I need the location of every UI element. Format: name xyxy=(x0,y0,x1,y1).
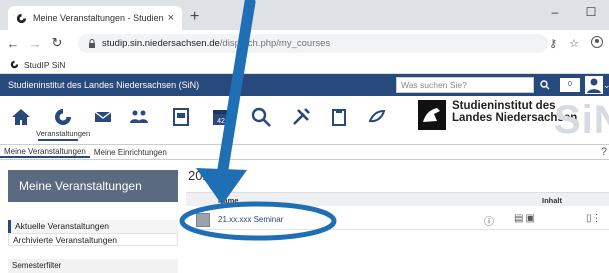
help-icon[interactable]: ? xyxy=(601,146,607,158)
url-path: /dispatch.php/my_courses xyxy=(219,38,331,49)
table-row[interactable]: 21.xx.xxx Seminar ⓘ ▤▣ ▯⋮ xyxy=(186,210,609,230)
window-controls: – ☐ xyxy=(537,0,609,24)
sidebar-list: Aktuelle Veranstaltungen Archivierte Ver… xyxy=(8,220,178,246)
semester-year-heading: 2021 xyxy=(188,168,217,183)
mail-icon[interactable] xyxy=(92,106,114,128)
notification-badge[interactable]: 0 xyxy=(560,78,580,92)
sub-navigation: Meine Veranstaltungen Meine Einrichtunge… xyxy=(0,144,609,160)
star-icon[interactable]: ☆ xyxy=(569,37,579,50)
url-field[interactable]: studip.sin.niedersachsen.de/dispatch.php… xyxy=(78,34,548,53)
lock-icon xyxy=(89,39,95,48)
browser-tab[interactable]: Meine Veranstaltungen - Studien × xyxy=(8,6,182,30)
home-icon[interactable] xyxy=(10,106,32,128)
sidebar-item-aktuelle[interactable]: Aktuelle Veranstaltungen xyxy=(8,220,178,233)
brand-sin-wordmark: SiN xyxy=(554,98,609,142)
table-header: Name Inhalt xyxy=(186,192,609,206)
key-icon[interactable]: ⚷ xyxy=(549,37,557,50)
search-input[interactable]: Was suchen Sie? xyxy=(396,77,534,93)
tab-close-icon[interactable]: × xyxy=(168,12,174,24)
clipboard-icon[interactable] xyxy=(328,106,350,128)
nav-label-veranstaltungen[interactable]: Veranstaltungen xyxy=(36,129,90,138)
crest-icon xyxy=(418,100,446,130)
browser-tabstrip: Meine Veranstaltungen - Studien × + – ☐ xyxy=(0,0,609,30)
active-nav-indicator xyxy=(38,139,78,141)
tab-meine-einrichtungen[interactable]: Meine Einrichtungen xyxy=(90,148,171,157)
column-header-name[interactable]: Name xyxy=(218,196,238,205)
sidebar-item-archivierte[interactable]: Archivierte Veranstaltungen xyxy=(8,233,178,246)
tab-meine-veranstaltungen[interactable]: Meine Veranstaltungen xyxy=(0,147,90,158)
bookmark-studip[interactable]: StudIP SiN xyxy=(24,60,65,70)
column-header-inhalt: Inhalt xyxy=(542,196,562,205)
new-tab-button[interactable]: + xyxy=(190,8,199,26)
info-icon[interactable]: ⓘ xyxy=(484,213,494,228)
tab-title: Meine Veranstaltungen - Studien xyxy=(33,13,164,23)
main-navigation: 42 Veranstaltungen Studieninstitut des L… xyxy=(0,96,609,144)
courses-icon[interactable] xyxy=(52,106,74,128)
forward-icon[interactable]: → xyxy=(26,36,44,51)
semester-filter-title: Semesterfilter xyxy=(8,259,178,273)
maximize-button[interactable]: ☐ xyxy=(573,0,609,24)
search-nav-icon[interactable] xyxy=(250,106,272,128)
address-actions: ⚷ ☆ xyxy=(549,36,603,51)
course-link[interactable]: 21.xx.xxx Seminar xyxy=(218,215,283,224)
reload-icon[interactable]: ↻ xyxy=(48,35,66,51)
back-icon[interactable]: ← xyxy=(4,36,22,51)
course-content-icons[interactable]: ▤▣ xyxy=(514,213,537,224)
studip-topbar: Studieninstitut des Landes Niedersachsen… xyxy=(0,74,609,96)
account-icon[interactable] xyxy=(591,36,603,51)
chevron-down-icon[interactable]: ⌄ xyxy=(603,80,609,91)
minimize-button[interactable]: – xyxy=(537,0,573,24)
course-avatar xyxy=(196,213,210,227)
studip-bookmark-icon xyxy=(10,60,19,69)
tools-icon[interactable] xyxy=(290,106,312,128)
studip-favicon-icon xyxy=(16,13,27,24)
calendar-day: 42 xyxy=(217,118,225,125)
community-icon[interactable] xyxy=(128,106,150,128)
wiki-icon[interactable] xyxy=(366,106,388,128)
bookmarks-bar: StudIP SiN xyxy=(0,56,609,74)
brand-logo: Studieninstitut des Landes Niedersachsen… xyxy=(418,98,609,142)
user-avatar[interactable] xyxy=(585,76,603,94)
sidebar-title: Meine Veranstaltungen xyxy=(8,170,178,202)
calendar-icon[interactable]: 42 xyxy=(210,106,232,128)
search-icon[interactable] xyxy=(537,77,553,93)
address-bar: ← → ↻ studip.sin.niedersachsen.de/dispat… xyxy=(0,30,609,56)
profile-icon[interactable] xyxy=(170,106,192,128)
url-host: studip.sin.niedersachsen.de xyxy=(102,38,220,49)
more-actions-icon[interactable]: ▯⋮ xyxy=(586,213,602,224)
